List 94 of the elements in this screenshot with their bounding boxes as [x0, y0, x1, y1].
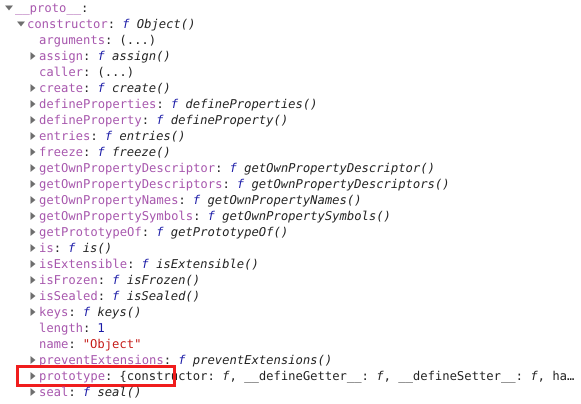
property-name: getOwnPropertySymbols	[39, 208, 194, 224]
property-value: f isSealed()	[112, 288, 200, 304]
expand-triangle-icon[interactable]	[29, 148, 37, 156]
property-name: preventExtensions	[39, 352, 164, 368]
property-name: freeze	[39, 144, 84, 160]
property-name: __proto__	[15, 0, 82, 16]
colon: :	[142, 112, 150, 128]
property-value: f getOwnPropertyDescriptor()	[229, 160, 435, 176]
property-name: prototype	[39, 368, 106, 384]
colon: :	[68, 304, 76, 320]
collapse-triangle-icon[interactable]	[17, 20, 25, 28]
property-name: constructor	[27, 16, 108, 32]
property-value: f Object()	[122, 16, 196, 32]
expand-triangle-icon[interactable]	[29, 356, 37, 364]
property-value: (...)	[97, 64, 134, 80]
property-value: f create()	[97, 80, 171, 96]
property-value: "Object"	[82, 336, 142, 352]
property-name: getOwnPropertyDescriptor	[39, 160, 216, 176]
expand-triangle-icon[interactable]	[29, 100, 37, 108]
colon: :	[83, 64, 90, 80]
colon: :	[98, 288, 106, 304]
colon: :	[215, 160, 222, 176]
colon: :	[83, 320, 90, 336]
property-name: isExtensible	[39, 256, 128, 272]
colon: :	[178, 192, 186, 208]
colon: :	[142, 224, 150, 240]
property-name: keys	[39, 304, 68, 320]
property-value: f getPrototypeOf()	[156, 224, 288, 240]
property-value: f keys()	[82, 304, 142, 320]
colon: :	[83, 80, 90, 96]
property-value: f isFrozen()	[112, 272, 200, 288]
colon: :	[98, 272, 106, 288]
property-name: defineProperties	[39, 96, 156, 112]
property-name: getOwnPropertyNames	[39, 192, 178, 208]
property-value: f is()	[68, 240, 112, 256]
colon: :	[105, 368, 112, 384]
expand-triangle-icon[interactable]	[29, 180, 37, 188]
colon: :	[68, 336, 76, 352]
property-value: f freeze()	[97, 144, 171, 160]
property-name: length	[39, 320, 84, 336]
property-value: 1	[97, 320, 105, 336]
colon: :	[83, 144, 90, 160]
colon: :	[54, 240, 62, 256]
property-value: f isExtensible()	[141, 256, 259, 272]
colon: :	[108, 16, 116, 32]
property-name: getOwnPropertyDescriptors	[39, 176, 222, 192]
property-name: assign	[39, 48, 84, 64]
colon: :	[156, 96, 164, 112]
expand-triangle-icon[interactable]	[29, 308, 37, 316]
colon: :	[83, 48, 90, 64]
property-value: (...)	[119, 32, 156, 48]
property-value: f preventExtensions()	[178, 352, 332, 368]
expand-triangle-icon[interactable]	[29, 244, 37, 252]
colon: :	[68, 384, 76, 400]
expand-triangle-icon[interactable]	[29, 372, 37, 380]
expand-triangle-icon[interactable]	[29, 196, 37, 204]
property-name: getPrototypeOf	[39, 224, 142, 240]
property-value: f getOwnPropertyDescriptors()	[236, 176, 450, 192]
property-value: f assign()	[97, 48, 171, 64]
colon: :	[90, 128, 98, 144]
property-value: f defineProperties()	[170, 96, 318, 112]
property-name: isSealed	[39, 288, 98, 304]
property-name: defineProperty	[39, 112, 142, 128]
expand-triangle-icon[interactable]	[29, 276, 37, 284]
colon: :	[105, 32, 112, 48]
property-name: create	[39, 80, 84, 96]
expand-triangle-icon[interactable]	[29, 132, 37, 140]
expand-triangle-icon[interactable]	[29, 116, 37, 124]
colon: :	[81, 0, 88, 16]
collapse-triangle-icon[interactable]	[5, 4, 13, 12]
property-value: f getOwnPropertySymbols()	[207, 208, 391, 224]
expand-triangle-icon[interactable]	[29, 164, 37, 172]
expand-triangle-icon[interactable]	[29, 292, 37, 300]
expand-triangle-icon[interactable]	[29, 52, 37, 60]
property-name: name	[39, 336, 68, 352]
property-name: seal	[39, 384, 68, 400]
property-name: isFrozen	[39, 272, 98, 288]
property-value: f getOwnPropertyNames()	[192, 192, 362, 208]
expand-triangle-icon[interactable]	[29, 388, 37, 396]
colon: :	[164, 352, 172, 368]
colon: :	[127, 256, 134, 272]
property-name: arguments	[39, 32, 106, 48]
colon: :	[222, 176, 230, 192]
expand-triangle-icon[interactable]	[29, 212, 37, 220]
expand-triangle-icon[interactable]	[29, 260, 37, 268]
property-value: f entries()	[104, 128, 186, 144]
property-name: is	[39, 240, 54, 256]
property-name: caller	[39, 64, 84, 80]
expand-triangle-icon[interactable]	[29, 84, 37, 92]
property-name: entries	[39, 128, 90, 144]
expand-triangle-icon[interactable]	[29, 228, 37, 236]
property-value: f defineProperty()	[156, 112, 288, 128]
colon: :	[193, 208, 200, 224]
property-value: f seal()	[82, 384, 142, 400]
